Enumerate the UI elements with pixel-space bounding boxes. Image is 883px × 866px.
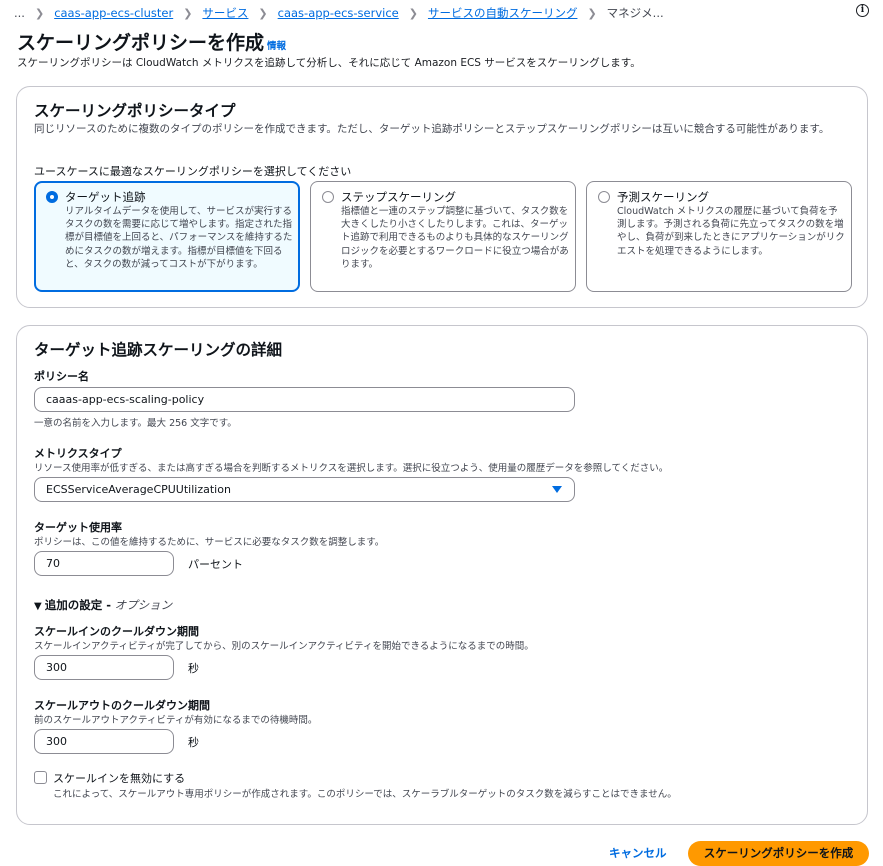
scale-in-cooldown-input[interactable]: 300 — [34, 655, 174, 680]
disable-scale-in-checkbox[interactable] — [34, 771, 47, 784]
metric-type-label: メトリクスタイプ — [34, 447, 122, 460]
create-policy-button[interactable]: スケーリングポリシーを作成 — [688, 841, 869, 866]
policy-type-panel: スケーリングポリシータイプ 同じリソースのために複数のタイプのポリシーを作成でき… — [16, 86, 868, 308]
tile-target-tracking[interactable]: ターゲット追跡 リアルタイムデータを使用して、サービスが実行するタスクの数を需要… — [34, 181, 300, 292]
target-value-label: ターゲット使用率 — [34, 521, 122, 534]
policy-name-hint: 一意の名前を入力します。最大 256 文字です。 — [34, 418, 237, 429]
radio-step-scaling[interactable] — [322, 191, 334, 203]
page-title: スケーリングポリシーを作成 — [17, 32, 265, 54]
target-value-unit: パーセント — [188, 558, 243, 571]
policy-name-input[interactable]: caaas-app-ecs-scaling-policy — [34, 387, 575, 412]
breadcrumb-services-link[interactable]: サービス — [202, 5, 248, 21]
policy-type-description: 同じリソースのために複数のタイプのポリシーを作成できます。ただし、ターゲット追跡… — [34, 123, 830, 135]
info-link[interactable]: 情報 — [267, 38, 286, 52]
chevron-right-icon: ❯ — [258, 6, 268, 20]
caret-down-icon — [552, 486, 562, 493]
additional-settings-expander[interactable]: ▼ 追加の設定 - オプション — [34, 597, 172, 613]
disable-scale-in-description: これによって、スケールアウト専用ポリシーが作成されます。このポリシーでは、スケー… — [53, 789, 677, 800]
tile-title: ターゲット追跡 — [65, 190, 146, 204]
policy-type-heading: スケーリングポリシータイプ — [34, 102, 236, 120]
details-panel: ターゲット追跡スケーリングの詳細 ポリシー名 caaas-app-ecs-sca… — [16, 325, 868, 825]
tile-description: リアルタイムデータを使用して、サービスが実行するタスクの数を需要に応じて増やしま… — [65, 206, 293, 270]
caret-down-icon: ▼ — [34, 601, 42, 612]
radio-target-tracking[interactable] — [46, 191, 58, 203]
disable-scale-in-label[interactable]: スケールインを無効にする — [53, 770, 185, 786]
scale-out-cooldown-unit: 秒 — [188, 736, 199, 749]
breadcrumb-cluster-link[interactable]: caas-app-ecs-cluster — [54, 6, 173, 20]
additional-settings-label: 追加の設定 - — [44, 598, 111, 612]
breadcrumb: ... ❯ caas-app-ecs-cluster ❯ サービス ❯ caas… — [14, 3, 869, 23]
scale-out-cooldown-input[interactable]: 300 — [34, 729, 174, 754]
target-value-description: ポリシーは、この値を維持するために、サービスに必要なタスク数を調整します。 — [34, 537, 385, 548]
scale-in-cooldown-description: スケールインアクティビティが完了してから、別のスケールインアクティビティを開始で… — [34, 641, 534, 652]
metric-type-description: リソース使用率が低すぎる、または高すぎる場合を判断するメトリクスを選択します。選… — [34, 463, 669, 474]
details-heading: ターゲット追跡スケーリングの詳細 — [34, 341, 283, 359]
breadcrumb-ellipsis[interactable]: ... — [14, 6, 25, 20]
additional-settings-optional: オプション — [114, 598, 173, 612]
scale-in-cooldown-unit: 秒 — [188, 662, 199, 675]
breadcrumb-service-link[interactable]: caas-app-ecs-service — [278, 6, 399, 20]
target-value-input[interactable]: 70 — [34, 551, 174, 576]
tile-title: ステップスケーリング — [341, 190, 456, 204]
chevron-right-icon: ❯ — [34, 6, 45, 20]
scale-out-cooldown-label: スケールアウトのクールダウン期間 — [34, 699, 210, 712]
chevron-right-icon: ❯ — [183, 6, 193, 20]
radio-predictive-scaling[interactable] — [598, 191, 610, 203]
page-description: スケーリングポリシーは CloudWatch メトリクスを追跡して分析し、それに… — [17, 57, 641, 69]
chevron-right-icon: ❯ — [408, 6, 418, 20]
breadcrumb-current: マネジメ... — [606, 6, 664, 20]
tile-description: 指標値と一連のステップ調整に基づいて、タスク数を大きくしたり小さくしたりします。… — [341, 206, 569, 270]
info-circle-icon[interactable]: i — [856, 4, 869, 17]
policy-type-prompt: ユースケースに最適なスケーリングポリシーを選択してください — [34, 165, 352, 178]
breadcrumb-autoscaling-link[interactable]: サービスの自動スケーリング — [428, 5, 578, 21]
chevron-right-icon: ❯ — [587, 6, 597, 20]
metric-type-value: ECSServiceAverageCPUUtilization — [46, 483, 231, 496]
tile-description: CloudWatch メトリクスの履歴に基づいて負荷を予測します。予測される負荷… — [617, 206, 845, 257]
policy-name-label: ポリシー名 — [34, 370, 89, 383]
tile-title: 予測スケーリング — [617, 190, 709, 204]
tile-step-scaling[interactable]: ステップスケーリング 指標値と一連のステップ調整に基づいて、タスク数を大きくした… — [310, 181, 576, 292]
scale-in-cooldown-label: スケールインのクールダウン期間 — [34, 625, 199, 638]
scale-out-cooldown-description: 前のスケールアウトアクティビティが有効になるまでの待機時間。 — [34, 715, 318, 726]
tile-predictive-scaling[interactable]: 予測スケーリング CloudWatch メトリクスの履歴に基づいて負荷を予測しま… — [586, 181, 852, 292]
metric-type-select[interactable]: ECSServiceAverageCPUUtilization — [34, 477, 575, 502]
cancel-button[interactable]: キャンセル — [609, 845, 667, 861]
